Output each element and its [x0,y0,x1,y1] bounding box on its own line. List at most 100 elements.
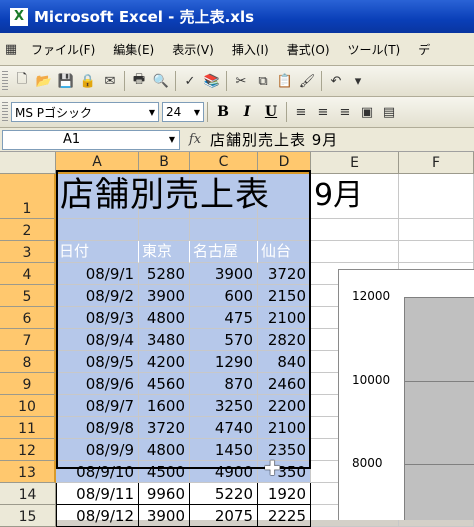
table-cell[interactable]: 4900 [190,461,258,483]
table-cell[interactable]: 2820 [258,329,311,351]
row-header-12[interactable]: 12 [0,439,56,461]
menu-edit[interactable]: 編集(E) [104,41,163,58]
table-cell[interactable]: 08/9/8 [56,417,139,439]
chevron-down-icon[interactable]: ▼ [191,108,203,117]
table-cell[interactable]: 08/9/5 [56,351,139,373]
paste-icon[interactable]: 📋 [274,70,296,92]
table-cell[interactable]: 2225 [258,505,311,527]
open-icon[interactable]: 📂 [33,70,55,92]
table-header-cell[interactable]: 東京 [139,241,190,263]
menu-file[interactable]: ファイル(F) [22,41,104,58]
column-header-e[interactable]: E [311,152,399,174]
new-icon[interactable]: 🗋 [11,70,33,92]
font-size-select[interactable]: 24 ▼ [162,102,204,122]
row-header-2[interactable]: 2 [0,219,56,241]
column-header-c[interactable]: C [190,152,258,174]
table-cell[interactable]: 1600 [139,395,190,417]
table-cell[interactable]: 1450 [190,439,258,461]
table-cell[interactable]: 5220 [190,483,258,505]
name-box[interactable]: A1 ▼ [2,129,180,150]
table-cell[interactable]: 3900 [139,505,190,527]
table-cell[interactable]: 3480 [139,329,190,351]
column-header-b[interactable]: B [139,152,190,174]
table-cell[interactable]: 08/9/2 [56,285,139,307]
insert-function-icon[interactable]: fx [180,132,210,147]
align-center-icon[interactable]: ≡ [312,101,334,123]
row-header-7[interactable]: 7 [0,329,56,351]
table-cell[interactable]: 840 [258,351,311,373]
undo-icon[interactable]: ↶ [325,70,347,92]
copy-icon[interactable]: ⧉ [252,70,274,92]
chart-plot-area[interactable] [404,297,474,520]
menu-format[interactable]: 書式(O) [278,41,339,58]
table-cell[interactable]: 2100 [258,417,311,439]
chevron-down-icon[interactable]: ▼ [146,108,158,117]
table-cell[interactable]: 08/9/4 [56,329,139,351]
redo-icon[interactable]: ▾ [347,70,369,92]
table-cell[interactable]: 08/9/6 [56,373,139,395]
cell[interactable] [56,219,139,241]
table-cell[interactable]: 4740 [190,417,258,439]
table-header-cell[interactable]: 日付 [56,241,139,263]
table-cell[interactable]: 600 [190,285,258,307]
table-cell[interactable]: 9960 [139,483,190,505]
table-cell[interactable]: 475 [190,307,258,329]
table-cell[interactable]: 5280 [139,263,190,285]
align-left-icon[interactable]: ≡ [290,101,312,123]
table-cell[interactable]: 4560 [139,373,190,395]
row-header-8[interactable]: 8 [0,351,56,373]
table-cell[interactable]: 4500 [139,461,190,483]
row-header-13[interactable]: 13 [0,461,56,483]
table-cell[interactable]: 2100 [258,307,311,329]
cell[interactable] [190,219,258,241]
table-cell[interactable]: 08/9/10 [56,461,139,483]
table-cell[interactable]: 4200 [139,351,190,373]
table-cell[interactable]: 3900 [190,263,258,285]
cell[interactable] [311,241,399,263]
table-cell[interactable]: 4800 [139,439,190,461]
row-header-6[interactable]: 6 [0,307,56,329]
print-preview-icon[interactable]: 🔍 [150,70,172,92]
table-header-cell[interactable]: 名古屋 [190,241,258,263]
row-header-9[interactable]: 9 [0,373,56,395]
formula-input[interactable]: 店舗別売上表 9月 [210,129,338,150]
cell[interactable] [399,241,474,263]
table-cell[interactable]: 2075 [190,505,258,527]
table-cell[interactable]: 870 [190,373,258,395]
row-header-15[interactable]: 15 [0,505,56,527]
merge-center-icon[interactable]: ▣ [356,101,378,123]
toolbar-grip[interactable] [2,71,8,91]
toolbar-grip[interactable] [2,102,8,122]
table-cell[interactable]: 08/9/9 [56,439,139,461]
table-cell[interactable]: 1920 [258,483,311,505]
italic-button[interactable]: I [235,101,259,123]
permission-icon[interactable]: 🔒 [77,70,99,92]
cell[interactable] [399,219,474,241]
table-cell[interactable]: 08/9/7 [56,395,139,417]
cut-icon[interactable]: ✂ [230,70,252,92]
table-header-cell[interactable]: 仙台 [258,241,311,263]
table-cell[interactable]: 1290 [190,351,258,373]
row-header-14[interactable]: 14 [0,483,56,505]
table-cell[interactable]: 08/9/3 [56,307,139,329]
select-all-corner[interactable] [0,152,56,174]
row-header-4[interactable]: 4 [0,263,56,285]
table-cell[interactable]: 3720 [139,417,190,439]
chevron-down-icon[interactable]: ▼ [165,135,179,144]
table-cell[interactable]: 2460 [258,373,311,395]
table-cell[interactable]: 08/9/1 [56,263,139,285]
cell[interactable] [139,219,190,241]
column-header-f[interactable]: F [399,152,474,174]
currency-icon[interactable]: ▤ [378,101,400,123]
table-cell[interactable]: 08/9/12 [56,505,139,527]
table-cell[interactable]: 3900 [139,285,190,307]
font-name-select[interactable]: MS Pゴシック ▼ [11,102,159,122]
row-header-5[interactable]: 5 [0,285,56,307]
underline-button[interactable]: U [259,101,283,123]
bold-button[interactable]: B [211,101,235,123]
table-cell[interactable]: 4800 [139,307,190,329]
email-icon[interactable]: ✉ [99,70,121,92]
table-cell[interactable]: 3250 [190,395,258,417]
table-cell[interactable]: 570 [190,329,258,351]
table-cell[interactable]: 2200 [258,395,311,417]
